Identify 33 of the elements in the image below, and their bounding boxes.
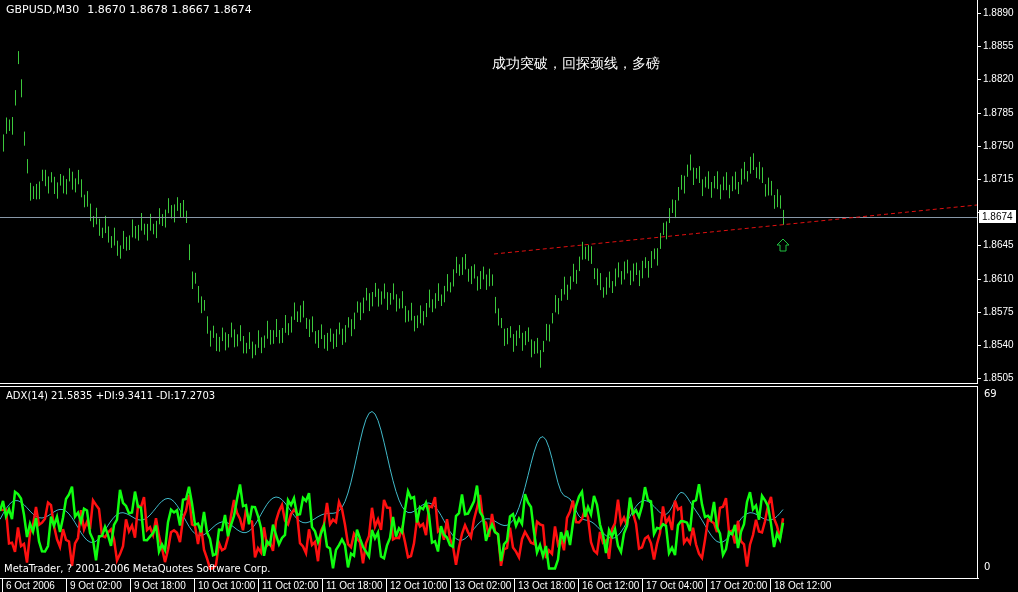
indicator-label: ADX(14) 21.5835 +DI:9.3411 -DI:17.2703 [6,390,216,401]
symbol-label: GBPUSD,M30 [6,3,80,16]
time-label: 6 Oct 2006 [2,579,66,592]
chart-annotation: 成功突破，回探颈线，多磅 [492,55,660,73]
price-label: 1.8575 [983,305,1014,318]
price-label: 1.8855 [983,40,1014,53]
time-label: 9 Oct 02:00 [66,579,130,592]
price-label: 1.8715 [983,173,1014,185]
price-label: 1.8890 [983,7,1014,19]
time-label: 10 Oct 10:00 [194,579,258,592]
scale-min-label: 0 [984,561,991,572]
time-label: 11 Oct 02:00 [258,579,322,592]
time-label: 12 Oct 10:00 [386,579,450,592]
time-label: 18 Oct 12:00 [770,579,834,592]
time-label: 17 Oct 20:00 [706,579,770,592]
current-price-label: 1.8674 [979,210,1016,223]
price-label: 1.8750 [983,139,1014,152]
time-label: 17 Oct 04:00 [642,579,706,592]
time-label: 16 Oct 12:00 [578,579,642,592]
price-label: 1.8645 [983,239,1014,252]
price-label: 1.8820 [983,73,1014,86]
quote-values: 1.8670 1.8678 1.8667 1.8674 [87,3,252,16]
price-label: 1.8785 [983,106,1014,119]
time-label: 13 Oct 18:00 [514,579,578,592]
time-label: 9 Oct 18:00 [130,579,194,592]
time-label: 11 Oct 18:00 [322,579,386,592]
price-label: 1.8505 [983,372,1014,385]
copyright-text: MetaTrader, ? 2001-2006 MetaQuotes Software Corp. [4,563,271,574]
price-label: 1.8610 [983,272,1014,285]
arrow-up-icon [776,238,790,252]
scale-max-label: 69 [984,388,997,399]
price-label: 1.8540 [983,339,1014,351]
time-label: 13 Oct 02:00 [450,579,514,592]
